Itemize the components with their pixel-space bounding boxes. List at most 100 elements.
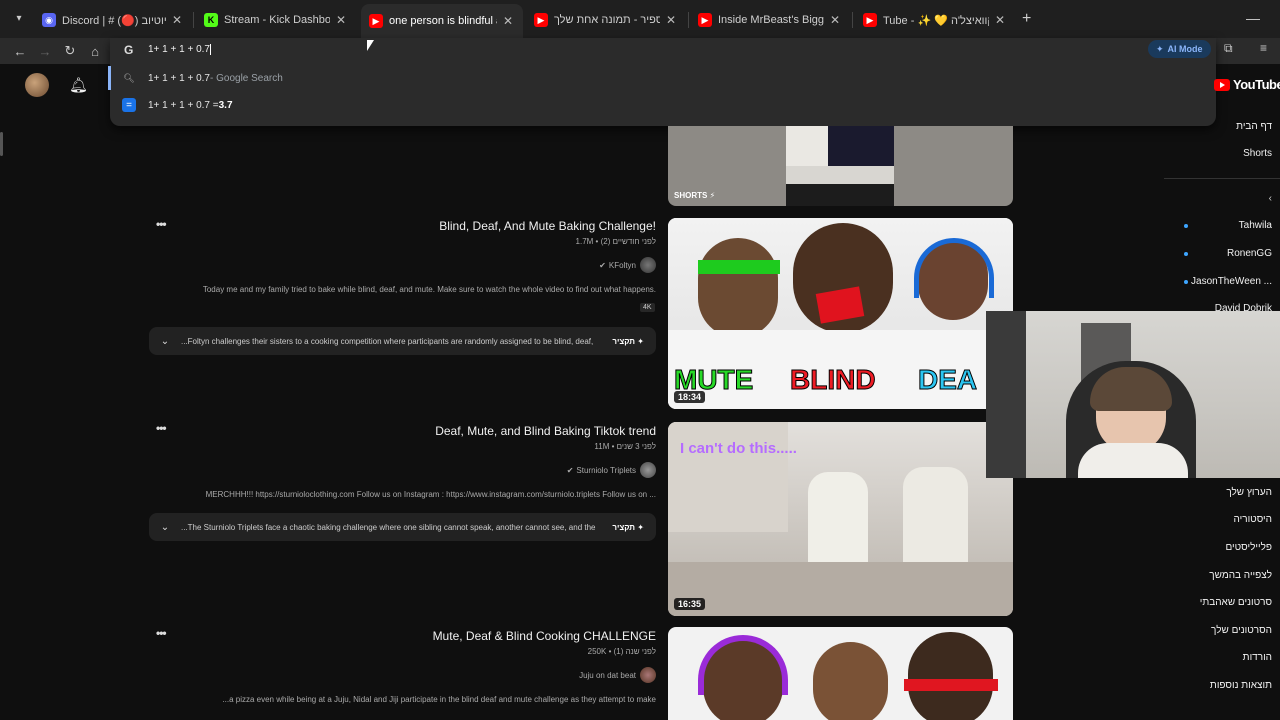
suggestion-search[interactable]: 🔍︎ 1+ 1 + 1 + 0.7 - Google Search [110,65,1216,91]
home-icon[interactable]: ⌂ [85,41,105,61]
sidebar-item-history[interactable]: היסטוריה [1234,514,1273,525]
address-input[interactable]: 1+ 1 + 1 + 0.7 [148,42,548,58]
forward-icon[interactable]: → [35,41,55,61]
chevron-down-icon[interactable]: ⌄ [149,336,181,347]
selected-suggestion-indicator [108,66,111,90]
tab-youtube-vlog[interactable]: ▶ Tube - ✨ 💛 ולוג 0 קוואיצל'ה ✕ [855,6,1015,34]
extensions-icon[interactable]: ⧉ [1224,41,1233,56]
live-dot [1184,280,1188,284]
sidebar-item-shorts[interactable]: Shorts [1243,148,1272,159]
youtube-icon: ▶ [698,13,712,27]
kick-icon: K [204,13,218,27]
close-tab-icon[interactable]: ✕ [828,13,842,27]
video-description: ...a pizza even while being at a Juju, N… [222,695,656,704]
video-thumbnail[interactable]: I can't do this..... 16:35 [668,422,1013,616]
close-tab-icon[interactable]: ✕ [334,13,348,27]
video-description: MERCHHH!!! https://sturnioloclothing.com… [205,490,656,499]
channel-avatar [640,667,656,683]
new-tab-icon[interactable]: + [1022,10,1031,28]
more-options-icon[interactable]: ••• [156,421,167,435]
video-title[interactable]: Mute, Deaf & Blind Cooking CHALLENGE [433,629,656,643]
video-description: Today me and my family tried to bake whi… [202,285,656,294]
google-icon: G [124,43,134,57]
sidebar-item-downloads[interactable]: הורדות [1243,652,1272,663]
youtube-icon: ▶ [863,13,877,27]
tab-strip: ▾ ◉ Discord | # (🔴) עדכוני-יוטיוב ✕ K St… [0,0,1280,38]
tab-youtube-search[interactable]: ▶ one person is blindful and the o ✕ [361,4,523,38]
close-tab-icon[interactable]: ✕ [664,13,678,27]
more-options-icon[interactable]: ••• [156,626,167,640]
close-tab-icon[interactable]: ✕ [170,13,184,27]
chevron-left-icon[interactable]: ‹ [1269,193,1272,204]
sparkle-icon: ✦ [637,522,644,532]
youtube-icon: ▶ [369,14,383,28]
tab-discord[interactable]: ◉ Discord | # (🔴) עדכוני-יוטיוב ✕ [34,6,192,34]
verified-icon: ✔︎ [566,465,574,475]
verified-icon: ✔︎ [599,260,606,270]
omnibox-dropdown: G 1+ 1 + 1 + 0.7 🔍︎ 1+ 1 + 1 + 0.7 - Goo… [110,38,1216,126]
chevron-down-icon[interactable]: ⌄ [149,522,181,533]
thumbnail-caption: I can't do this..... [680,440,797,457]
reload-icon[interactable]: ↻ [60,41,80,61]
suggestion-calculator[interactable]: = 1+ 1 + 1 + 0.7 = 3.7 [110,92,1216,118]
youtube-play-icon [1214,78,1230,91]
channel-avatar [640,257,656,273]
sidebar-divider [1164,178,1280,179]
video-title[interactable]: Blind, Deaf, And Mute Baking Challenge! [439,219,656,233]
tab-kick[interactable]: K Stream - Kick Dashboard ✕ [196,6,356,34]
sidebar-item-playlists[interactable]: פלייליסטים [1225,542,1272,553]
channel-avatar [640,462,656,478]
live-dot [1184,224,1188,228]
close-tab-icon[interactable]: ✕ [501,14,515,28]
sidebar-item-your-videos[interactable]: הסרטונים שלך [1211,625,1272,636]
duration-badge: 18:34 [674,391,706,403]
close-tab-icon[interactable]: ✕ [993,13,1007,27]
youtube-icon: ▶ [534,13,548,27]
minimize-icon[interactable]: — [1246,10,1260,26]
notifications-bell-icon[interactable]: 🔔︎ [69,76,88,94]
ai-mode-button[interactable]: ✦ AI Mode [1148,40,1211,58]
tab-youtube-mrbeast[interactable]: ▶ Inside MrBeast's Biggest Video ✕ [690,6,850,34]
channel-link[interactable]: ✔︎ Sturniolo Triplets [567,462,656,478]
video-thumbnail[interactable] [668,627,1013,720]
search-icon: 🔍︎ [123,72,135,83]
sidebar-sub-jasontheween[interactable]: JasonTheWeen ... [1191,276,1272,287]
sidebar-item-your-channel[interactable]: הערוץ שלך [1226,487,1272,498]
scrollbar[interactable] [0,132,3,156]
back-icon[interactable]: ← [10,41,30,61]
quality-badge: 4K [640,303,655,312]
sidebar-item-watch-later[interactable]: לצפייה בהמשך [1209,570,1272,581]
channel-link[interactable]: ✔︎ KFoltyn [599,257,656,273]
webcam-overlay [986,311,1280,478]
tab-search-icon[interactable]: ▾ [10,9,28,27]
screen: ▾ ◉ Discord | # (🔴) עדכוני-יוטיוב ✕ K St… [0,0,1280,720]
calculator-icon: = [122,98,136,112]
tab-youtube-raz[interactable]: ▶ רז אספיר - תמונה אחת שלך - e ✕ [526,6,686,34]
sparkle-icon: ✦ [637,336,644,346]
avatar[interactable] [25,73,49,97]
sidebar-item-home[interactable]: דף הבית [1236,121,1272,132]
sparkle-search-icon: ✦ [1156,43,1164,54]
thumbnail-text-blind: BLIND [790,364,877,396]
mouse-cursor [367,40,374,51]
ai-summary[interactable]: ⌄ ...The Sturniolo Triplets face a chaot… [149,513,656,541]
thumbnail-text-deaf: DEA [917,364,978,396]
live-dot [1184,252,1188,256]
sidebar-item-liked-videos[interactable]: סרטונים שאהבתי [1200,597,1272,608]
channel-link[interactable]: Juju on dat beat [579,667,656,683]
video-thumbnail[interactable]: MUTE BLIND DEA 18:34 [668,218,1013,409]
duration-badge: 16:35 [674,598,706,610]
sidebar-sub-ronengg[interactable]: RonenGG [1227,248,1272,259]
video-meta: 1.7M • לפני חודשיים (2) [575,237,656,246]
ai-summary[interactable]: ⌄ ...Foltyn challenges their sisters to … [149,327,656,355]
video-title[interactable]: Deaf, Mute, and Blind Baking Tiktok tren… [435,424,656,438]
discord-icon: ◉ [42,13,56,27]
video-meta: 250K • לפני שנה (1) [587,647,656,656]
sidebar-item-more-results[interactable]: תוצאות נוספות [1210,680,1272,691]
menu-icon[interactable]: ≡ [1260,41,1267,55]
video-meta: 11M • לפני 3 שנים [594,442,656,451]
youtube-logo[interactable]: YouTube [1214,77,1280,92]
more-options-icon[interactable]: ••• [156,217,167,231]
sidebar-sub-tahwila[interactable]: Tahwila [1239,220,1272,231]
shorts-thumbnail[interactable]: SHORTS ⚡︎ [668,126,1013,206]
